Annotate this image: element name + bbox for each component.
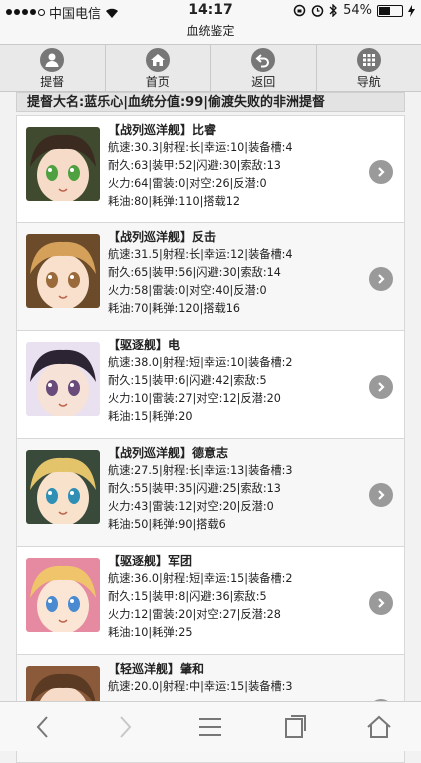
ship-row[interactable]: 【驱逐舰】电航速:38.0|射程:短|幸运:10|装备槽:2耐久:15|装甲:6… — [16, 331, 405, 439]
ship-stat-line: 航速:38.0|射程:短|幸运:10|装备槽:2 — [108, 354, 293, 372]
ship-portrait — [26, 342, 100, 416]
ship-info: 【战列巡洋舰】比睿航速:30.3|射程:长|幸运:10|装备槽:4耐久:63|装… — [108, 121, 293, 211]
nav-home[interactable]: 首页 — [106, 45, 212, 91]
browser-forward-button[interactable] — [106, 707, 146, 747]
nav-label: 提督 — [40, 73, 64, 90]
chevron-right-icon[interactable] — [369, 591, 393, 615]
ship-name: 【战列巡洋舰】比睿 — [108, 121, 293, 139]
alarm-icon — [311, 4, 324, 17]
charging-icon — [408, 5, 415, 17]
ship-stat-line: 火力:58|雷装:0|对空:40|反潜:0 — [108, 282, 293, 300]
ship-portrait — [26, 450, 100, 524]
page-title: 血统鉴定 — [0, 22, 421, 44]
browser-menu-button[interactable] — [190, 707, 230, 747]
ship-stat-line: 火力:12|雷装:20|对空:27|反潜:28 — [108, 606, 293, 624]
ship-row[interactable]: 【战列巡洋舰】德意志航速:27.5|射程:长|幸运:13|装备槽:3耐久:55|… — [16, 439, 405, 547]
ship-stat-line: 耐久:15|装甲:6|闪避:42|索敌:5 — [108, 372, 293, 390]
nav-label: 导航 — [357, 73, 381, 90]
browser-back-button[interactable] — [22, 707, 62, 747]
ship-info: 【驱逐舰】电航速:38.0|射程:短|幸运:10|装备槽:2耐久:15|装甲:6… — [108, 336, 293, 426]
ship-stat-line: 耗油:10|耗弹:25 — [108, 624, 293, 642]
status-right: 54% — [293, 3, 415, 18]
browser-toolbar — [0, 701, 421, 751]
bluetooth-icon — [329, 4, 338, 17]
ship-stat-line: 航速:30.3|射程:长|幸运:10|装备槽:4 — [108, 139, 293, 157]
ship-name: 【轻巡洋舰】肇和 — [108, 660, 293, 678]
ship-stat-line: 航速:27.5|射程:长|幸运:13|装备槽:3 — [108, 462, 293, 480]
ship-portrait — [26, 127, 100, 201]
ship-name: 【驱逐舰】电 — [108, 336, 293, 354]
home-icon — [366, 715, 392, 739]
chevron-left-icon — [35, 715, 49, 739]
menu-icon — [198, 717, 222, 737]
ship-stat-line: 火力:43|雷装:12|对空:20|反潜:0 — [108, 498, 293, 516]
battery-percent: 54% — [343, 3, 372, 18]
ship-stat-line: 航速:20.0|射程:中|幸运:15|装备槽:3 — [108, 678, 293, 696]
battery-icon — [377, 5, 403, 17]
browser-tabs-button[interactable] — [275, 707, 315, 747]
user-icon — [40, 48, 64, 72]
chevron-right-icon — [119, 715, 133, 739]
ship-portrait — [26, 558, 100, 632]
ship-row[interactable]: 【战列巡洋舰】比睿航速:30.3|射程:长|幸运:10|装备槽:4耐久:63|装… — [16, 115, 405, 223]
ship-info: 【轻巡洋舰】肇和航速:20.0|射程:中|幸运:15|装备槽:3 — [108, 660, 293, 696]
ship-stat-line: 耐久:15|装甲:8|闪避:36|索敌:5 — [108, 588, 293, 606]
nav-label: 首页 — [146, 73, 170, 90]
grid-icon — [357, 48, 381, 72]
nav-admiral[interactable]: 提督 — [0, 45, 106, 91]
chevron-right-icon[interactable] — [369, 160, 393, 184]
browser-home-button[interactable] — [359, 707, 399, 747]
ship-stat-line: 耗油:80|耗弹:110|搭载12 — [108, 193, 293, 211]
ship-stat-line: 航速:31.5|射程:长|幸运:12|装备槽:4 — [108, 246, 293, 264]
ship-info: 【驱逐舰】军团航速:36.0|射程:短|幸运:15|装备槽:2耐久:15|装甲:… — [108, 552, 293, 642]
ship-stat-line: 耐久:55|装甲:35|闪避:25|索敌:13 — [108, 480, 293, 498]
ship-portrait — [26, 234, 100, 308]
chevron-right-icon[interactable] — [369, 375, 393, 399]
back-icon — [251, 48, 275, 72]
chevron-right-icon[interactable] — [369, 483, 393, 507]
ship-name: 【战列巡洋舰】德意志 — [108, 444, 293, 462]
ship-stat-line: 火力:10|雷装:27|对空:12|反潜:20 — [108, 390, 293, 408]
ship-stat-line: 耐久:65|装甲:56|闪避:30|索敌:14 — [108, 264, 293, 282]
ship-name: 【驱逐舰】军团 — [108, 552, 293, 570]
home-icon — [146, 48, 170, 72]
ship-row[interactable]: 【战列巡洋舰】反击航速:31.5|射程:长|幸运:12|装备槽:4耐久:65|装… — [16, 223, 405, 331]
tabs-icon — [284, 715, 306, 739]
ship-info: 【战列巡洋舰】反击航速:31.5|射程:长|幸运:12|装备槽:4耐久:65|装… — [108, 228, 293, 318]
ship-row[interactable]: 【驱逐舰】军团航速:36.0|射程:短|幸运:15|装备槽:2耐久:15|装甲:… — [16, 547, 405, 655]
ship-stat-line: 耗油:15|耗弹:20 — [108, 408, 293, 426]
top-nav: 提督 首页 返回 导航 — [0, 44, 421, 92]
ship-stat-line: 耗油:70|耗弹:120|搭载16 — [108, 300, 293, 318]
status-bar: 中国电信 14:17 54% — [0, 0, 421, 22]
ship-stat-line: 耐久:63|装甲:52|闪避:30|索敌:13 — [108, 157, 293, 175]
ship-stat-line: 耗油:50|耗弹:90|搭载6 — [108, 516, 293, 534]
ship-list: 【战列巡洋舰】比睿航速:30.3|射程:长|幸运:10|装备槽:4耐久:63|装… — [16, 115, 405, 763]
ship-stat-line: 航速:36.0|射程:短|幸运:15|装备槽:2 — [108, 570, 293, 588]
nav-back[interactable]: 返回 — [211, 45, 317, 91]
chevron-right-icon[interactable] — [369, 267, 393, 291]
nav-menu[interactable]: 导航 — [317, 45, 421, 91]
admiral-summary: 提督大名:蓝乐心|血统分值:99|偷渡失败的非洲提督 — [16, 92, 405, 112]
ship-stat-line: 火力:64|雷装:0|对空:26|反潜:0 — [108, 175, 293, 193]
rotation-lock-icon — [293, 4, 306, 17]
nav-label: 返回 — [251, 73, 275, 90]
ship-info: 【战列巡洋舰】德意志航速:27.5|射程:长|幸运:13|装备槽:3耐久:55|… — [108, 444, 293, 534]
ship-name: 【战列巡洋舰】反击 — [108, 228, 293, 246]
